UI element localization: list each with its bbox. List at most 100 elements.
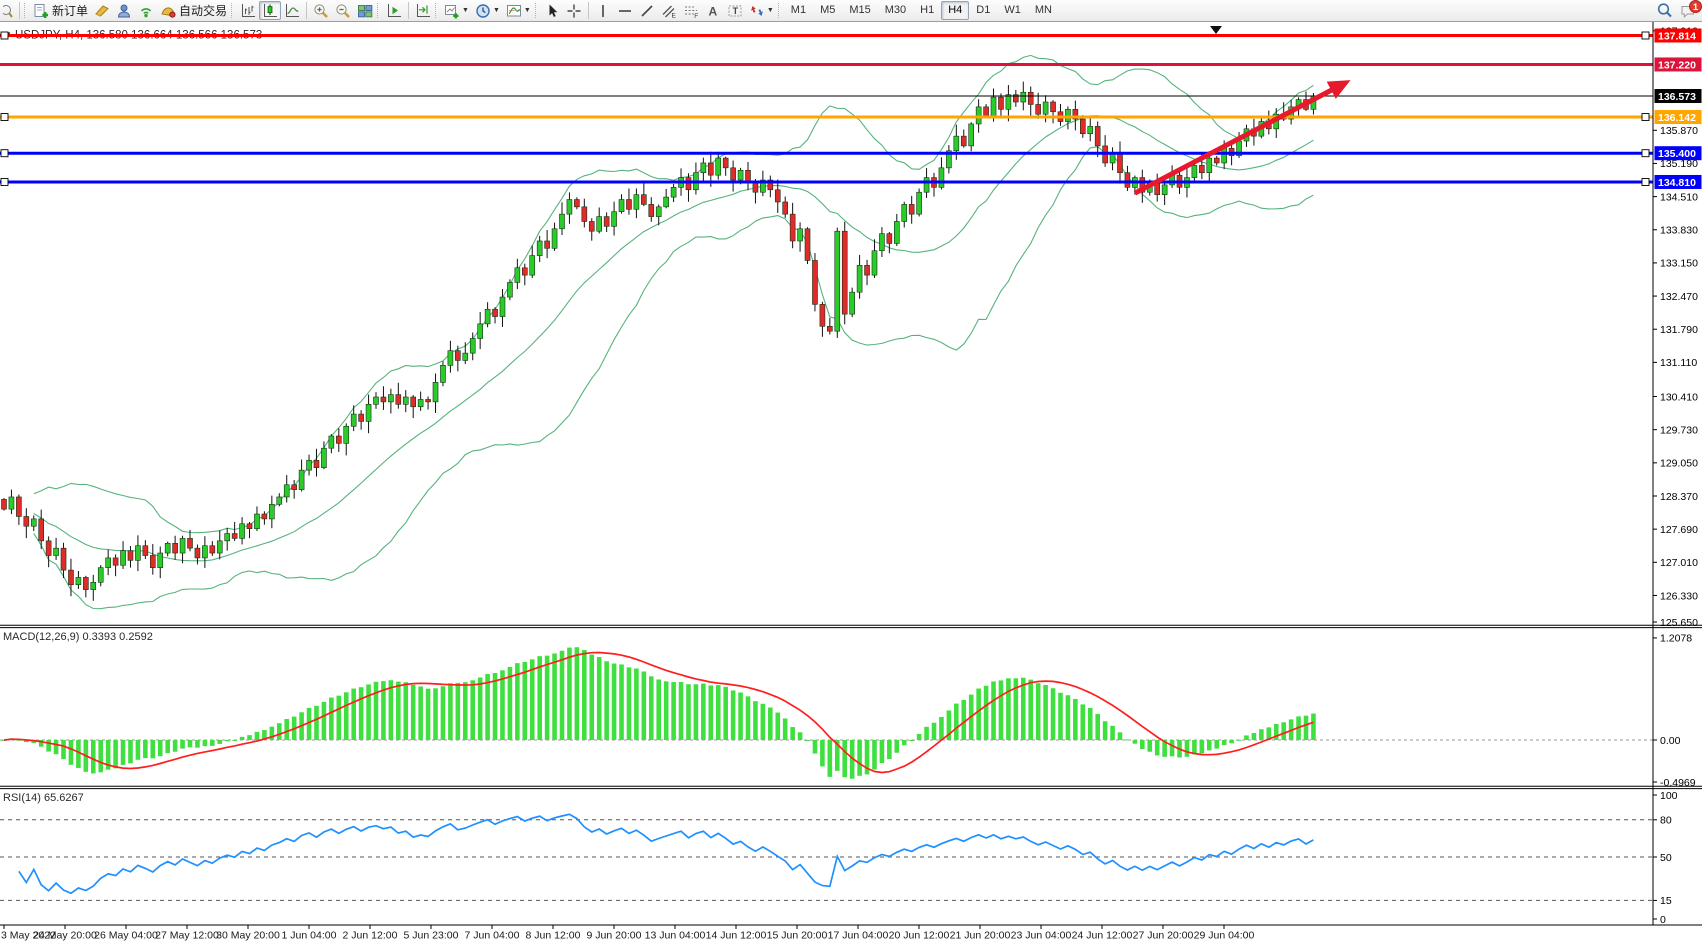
auto-scroll-button[interactable] (383, 1, 405, 20)
macd-histogram-bar (240, 737, 245, 740)
line-handle[interactable] (1642, 150, 1649, 157)
trendline-button[interactable] (636, 1, 658, 20)
vertical-line-button[interactable] (592, 1, 614, 20)
macd-histogram-bar (418, 686, 423, 740)
time-tick-label[interactable]: 8 Jun 12:00 (526, 930, 581, 942)
line-handle[interactable] (1642, 114, 1649, 121)
candle-body (582, 207, 587, 222)
timeframe-W1[interactable]: W1 (997, 1, 1028, 20)
trend-arrow-line[interactable] (1135, 86, 1340, 194)
notifications-button[interactable]: 1 (1677, 1, 1699, 20)
macd-histogram-bar (76, 740, 81, 768)
chart-canvas[interactable]: ▼ USDJPY, H4, 136.580 136.664 136.566 13… (0, 0, 1702, 943)
candle-body (649, 204, 654, 216)
candle-body (128, 551, 133, 561)
timeframe-D1[interactable]: D1 (969, 1, 997, 20)
time-tick-label[interactable]: 5 Jun 23:00 (404, 930, 459, 942)
time-tick-label[interactable]: 17 Jun 04:00 (828, 930, 889, 942)
tile-windows-button[interactable] (354, 1, 376, 20)
crosshair-button[interactable] (563, 1, 585, 20)
chart-marker-icon[interactable] (1210, 26, 1222, 34)
timeframe-M30[interactable]: M30 (878, 1, 913, 20)
zoom-out-button[interactable] (332, 1, 354, 20)
text-button[interactable]: A (702, 1, 724, 20)
timeframe-H4[interactable]: H4 (941, 1, 969, 20)
macd-histogram-bar (560, 651, 565, 740)
macd-histogram-bar (396, 682, 401, 740)
macd-histogram-bar (909, 740, 914, 741)
time-tick-label[interactable]: 21 Jun 20:00 (950, 930, 1011, 942)
macd-histogram-bar (991, 681, 996, 740)
bar-chart-button[interactable] (237, 1, 259, 20)
macd-histogram-bar (694, 684, 699, 740)
market-watch-button[interactable] (0, 1, 16, 20)
candle-body (150, 555, 155, 567)
timeframe-M5[interactable]: M5 (813, 1, 842, 20)
timeframe-H1[interactable]: H1 (913, 1, 941, 20)
time-tick-label[interactable]: 29 Jun 04:00 (1194, 930, 1255, 942)
time-tick-label[interactable]: 9 Jun 20:00 (587, 930, 642, 942)
candle-body (448, 351, 453, 366)
time-tick-label[interactable]: 7 Jun 04:00 (465, 930, 520, 942)
candle-body (366, 404, 371, 421)
time-tick-label[interactable]: 20 Jun 12:00 (889, 930, 950, 942)
time-tick-label[interactable]: 23 Jun 04:00 (1011, 930, 1072, 942)
zoom-in-button[interactable] (310, 1, 332, 20)
macd-histogram-bar (91, 740, 96, 773)
text-icon: A (705, 3, 721, 19)
time-tick-label[interactable]: 2 Jun 12:00 (343, 930, 398, 942)
fibonacci-button[interactable]: F (680, 1, 702, 20)
line-handle[interactable] (1, 178, 8, 185)
signal-button[interactable] (135, 1, 157, 20)
price-tick-label: 133.150 (1660, 258, 1698, 270)
price-tick-label: 131.110 (1660, 357, 1697, 369)
line-handle[interactable] (1, 150, 8, 157)
candle-body (39, 519, 44, 541)
styles-button[interactable] (91, 1, 113, 20)
timeframe-MN[interactable]: MN (1028, 1, 1059, 20)
candle-body (1088, 126, 1093, 133)
autotrade-button[interactable]: 自动交易 (157, 1, 230, 20)
time-tick-label[interactable]: 26 May 04:00 (94, 930, 158, 942)
price-tick-label: 133.830 (1660, 225, 1698, 237)
candle-body (411, 397, 416, 407)
time-tick-label[interactable]: 27 May 12:00 (155, 930, 219, 942)
time-tick-label[interactable]: 30 May 20:00 (216, 930, 280, 942)
arrows-button[interactable]: ▼ (746, 1, 777, 20)
time-tick-label[interactable]: 15 Jun 20:00 (767, 930, 828, 942)
chart-shift-button[interactable] (412, 1, 434, 20)
line-handle[interactable] (1, 114, 8, 121)
macd-histogram-bar (1043, 685, 1048, 740)
time-tick-label[interactable]: 1 Jun 04:00 (282, 930, 337, 942)
timeframe-M1[interactable]: M1 (784, 1, 813, 20)
cursor-button[interactable] (541, 1, 563, 20)
candle-body (329, 436, 334, 448)
search-button[interactable] (1653, 1, 1677, 20)
line-handle[interactable] (1642, 32, 1649, 39)
time-tick-label[interactable]: 24 Jun 12:00 (1072, 930, 1133, 942)
candle-body (314, 460, 319, 467)
line-handle[interactable] (1642, 178, 1649, 185)
line-chart-button[interactable] (281, 1, 303, 20)
indicators-button[interactable]: ▼ (503, 1, 534, 20)
macd-histogram-bar (188, 740, 193, 747)
chevron-down-icon: ▼ (767, 7, 774, 14)
time-tick-label[interactable]: 24 May 20:00 (33, 930, 97, 942)
line-handle[interactable] (1, 32, 8, 39)
time-tick-label[interactable]: 13 Jun 04:00 (645, 930, 706, 942)
candle-chart-button[interactable] (259, 1, 281, 20)
grip (778, 3, 781, 18)
time-tick-label[interactable]: 27 Jun 20:00 (1133, 930, 1194, 942)
candle-body (954, 136, 959, 151)
profile-button[interactable] (113, 1, 135, 20)
candle-body (820, 304, 825, 326)
horizontal-line-button[interactable] (614, 1, 636, 20)
text-label-button[interactable]: T (724, 1, 746, 20)
time-tick-label[interactable]: 14 Jun 12:00 (706, 930, 767, 942)
channel-button[interactable]: E (658, 1, 680, 20)
macd-histogram-bar (165, 740, 170, 753)
new-order-button[interactable]: 新订单 (30, 1, 91, 20)
new-chart-button[interactable]: ▼ (441, 1, 472, 20)
timeframe-M15[interactable]: M15 (842, 1, 877, 20)
periods-button[interactable]: ▼ (472, 1, 503, 20)
